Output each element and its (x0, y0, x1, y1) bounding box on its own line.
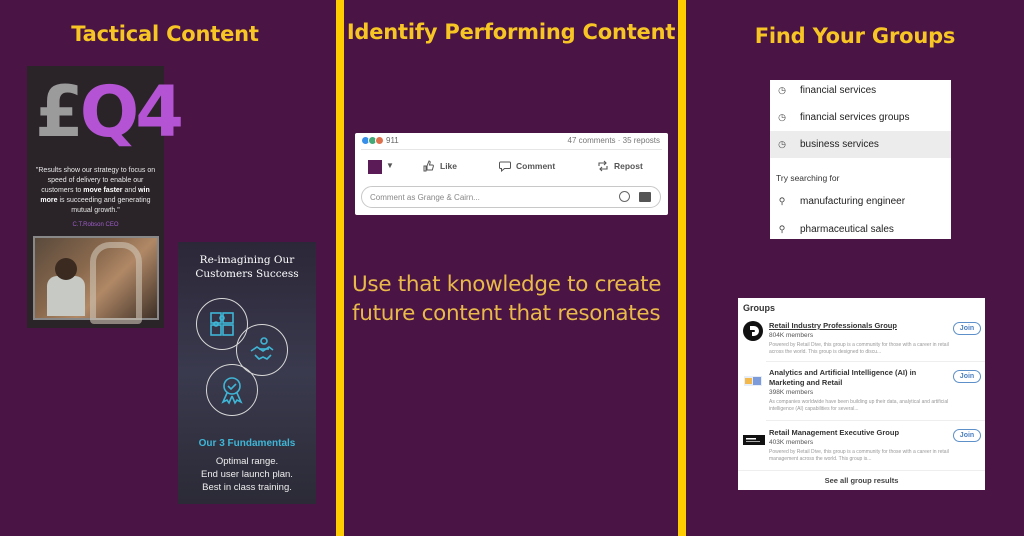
quarter-label: Q4 (79, 71, 184, 153)
divider (738, 470, 985, 471)
search-suggestions-dropdown: ◷ financial services ◷ financial service… (770, 80, 951, 239)
fundamental-item: Optimal range. (215, 456, 279, 467)
comment-input[interactable] (370, 187, 610, 207)
group-description: Powered by Retail Dive, this group is a … (769, 449, 949, 462)
divider (766, 361, 985, 362)
puzzle-icon (210, 312, 234, 336)
love-reaction-icon (375, 136, 384, 145)
customers-card-title: Re-imagining Our Customers Success (178, 253, 316, 281)
group-members: 403K members (769, 439, 814, 446)
group-name-link[interactable]: Retail Industry Professionals Group (769, 321, 949, 331)
fundamental-item: End user launch plan. (201, 469, 293, 480)
column-divider-left (336, 0, 344, 536)
title-line: Customers Success (195, 268, 299, 280)
pound-symbol: £ (35, 71, 84, 153)
fundamentals-title: Our 3 Fundamentals (198, 438, 296, 449)
suggested-search-item[interactable]: ⚲ manufacturing engineer (770, 188, 951, 215)
worker-body-shape (47, 276, 85, 316)
emoji-icon[interactable] (619, 191, 630, 202)
comment-box (361, 186, 661, 208)
recent-search-label: business services (800, 139, 879, 150)
comment-label: Comment (516, 161, 556, 171)
like-button[interactable]: Like (423, 160, 457, 172)
award-circle (206, 364, 258, 416)
retail-dive-logo-icon (743, 321, 763, 341)
ceo-quote: "Results show our strategy to focus on s… (33, 166, 158, 216)
q4-headline: £Q4 (35, 71, 184, 153)
comment-button[interactable]: Comment (499, 160, 555, 172)
actor-avatar[interactable] (368, 160, 382, 174)
clock-icon: ◷ (778, 139, 786, 149)
join-button[interactable]: Join (953, 322, 981, 335)
post-engagement-card: 911 47 comments · 35 reposts ▼ Like Comm… (355, 133, 668, 215)
retail-management-logo-icon (743, 435, 765, 445)
resonate-message: Use that knowledge to create future cont… (352, 270, 674, 328)
recent-search-item[interactable]: ◷ business services (770, 131, 951, 158)
quote-text: and (122, 187, 139, 194)
bandsaw-shape (90, 242, 142, 324)
search-icon: ⚲ (778, 224, 786, 234)
recent-search-item[interactable]: ◷ financial services groups (770, 104, 951, 131)
try-searching-heading: Try searching for (776, 173, 840, 183)
repost-label: Repost (614, 161, 643, 171)
groups-heading: Groups (743, 303, 776, 313)
woodworker-photo (33, 236, 159, 324)
comment-icon (499, 161, 511, 172)
worker-head-shape (55, 258, 77, 280)
column-title-tactical: Tactical Content (71, 22, 259, 46)
groups-results-panel: Groups Retail Industry Professionals Gro… (738, 298, 985, 490)
suggested-search-label: pharmaceutical sales (800, 224, 894, 235)
join-button[interactable]: Join (953, 429, 981, 442)
search-icon: ⚲ (778, 196, 786, 206)
thumbs-up-icon (423, 160, 434, 172)
group-members: 804K members (769, 332, 814, 339)
title-line: Re-imagining Our (199, 254, 295, 266)
post-stats[interactable]: 47 comments · 35 reposts (568, 136, 660, 145)
divider (766, 420, 985, 421)
message-line: future content that resonates (352, 301, 661, 326)
group-description: As companies worldwide have been buildin… (769, 399, 949, 412)
column-divider-right (678, 0, 686, 536)
recent-search-item[interactable]: ◷ financial services (770, 77, 951, 104)
q4-results-card: £Q4 "Results show our strategy to focus … (27, 66, 184, 328)
award-icon (221, 377, 243, 405)
suggested-search-item[interactable]: ⚲ pharmaceutical sales (770, 216, 951, 243)
repost-icon (598, 160, 608, 172)
message-line: Use that knowledge to create (352, 272, 662, 297)
repost-button[interactable]: Repost (597, 160, 643, 172)
suggested-search-label: manufacturing engineer (800, 196, 906, 207)
quote-signature: C.T.Robson CEO (72, 222, 119, 228)
group-description: Powered by Retail Dive, this group is a … (769, 342, 949, 355)
divider (361, 149, 662, 150)
column-title-performing: Identify Performing Content (346, 20, 676, 44)
like-label: Like (440, 161, 458, 171)
chevron-down-icon[interactable]: ▼ (386, 161, 394, 170)
analytics-group-logo-icon (744, 376, 762, 386)
fundamental-item: Best in class training. (202, 482, 292, 493)
join-button[interactable]: Join (953, 370, 981, 383)
reactions-summary[interactable]: 911 (361, 136, 399, 145)
reaction-count: 911 (386, 136, 399, 145)
group-name-link[interactable]: Retail Management Executive Group (769, 428, 949, 438)
recent-search-label: financial services (800, 85, 877, 96)
quote-emphasis: move faster (83, 187, 123, 194)
group-name-link[interactable]: Analytics and Artificial Intelligence (A… (769, 368, 949, 388)
handshake-icon (250, 337, 274, 360)
clock-icon: ◷ (778, 112, 786, 122)
recent-search-label: financial services groups (800, 112, 910, 123)
column-title-groups: Find Your Groups (754, 24, 956, 48)
clock-icon: ◷ (778, 85, 786, 95)
quote-text: is succeeding and generating mutual grow… (57, 197, 151, 214)
group-members: 398K members (769, 389, 814, 396)
customers-success-card: Re-imagining Our Customers Success Our 3… (178, 242, 316, 504)
image-icon[interactable] (639, 192, 651, 202)
see-all-group-results-link[interactable]: See all group results (738, 476, 985, 485)
